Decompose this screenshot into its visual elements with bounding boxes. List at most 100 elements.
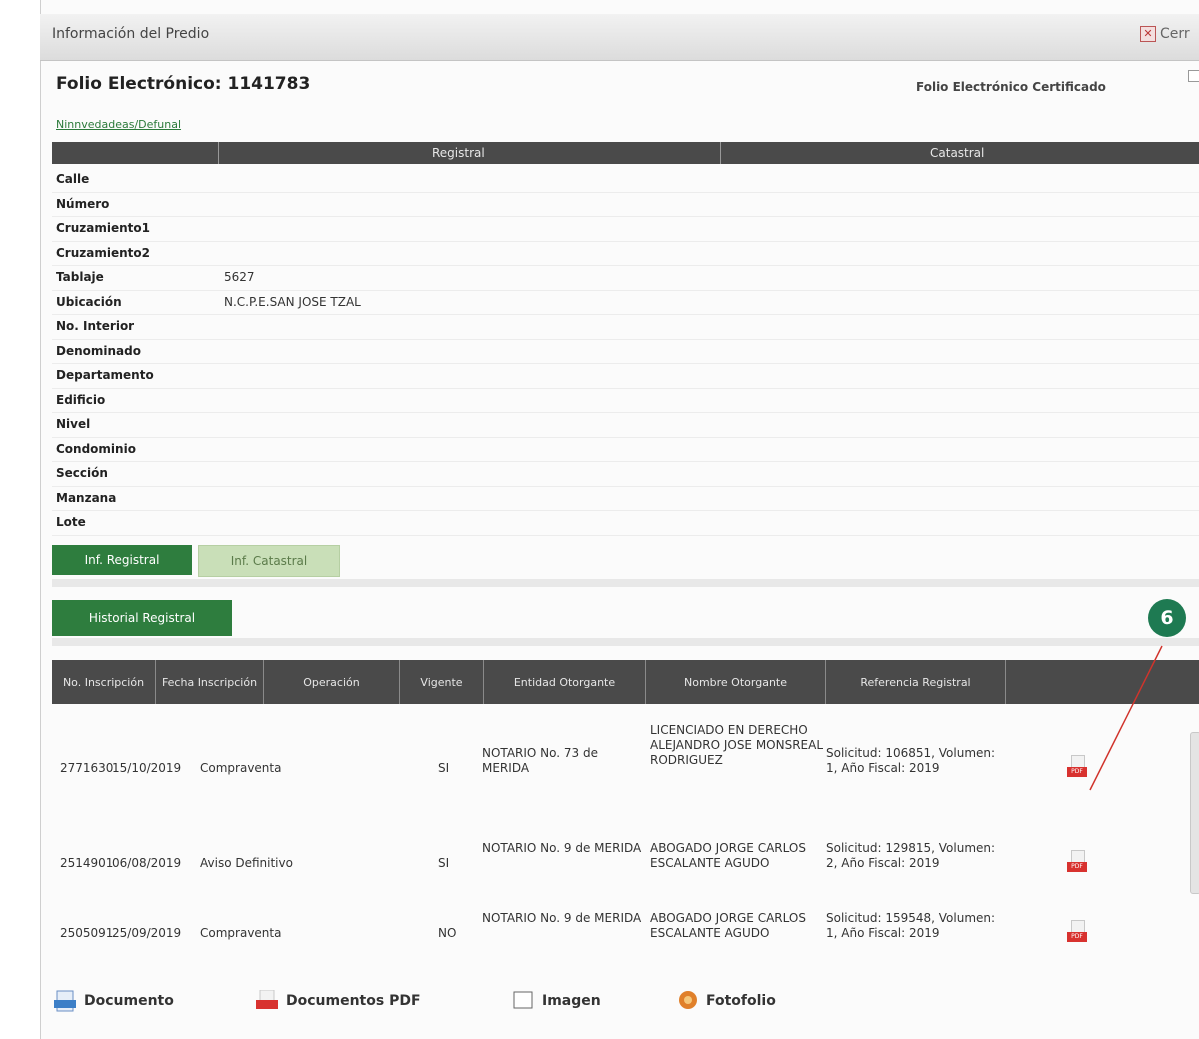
- column-header[interactable]: Operación: [264, 660, 400, 704]
- table-cell-date: 15/10/2019: [112, 760, 182, 775]
- table-cell-entidad: NOTARIO No. 9 de MERIDA: [482, 840, 642, 855]
- registral-header: Registral: [432, 146, 485, 160]
- pdf-icon[interactable]: PDF: [1067, 850, 1087, 876]
- table-cell-no: 2771630: [60, 760, 114, 775]
- column-header[interactable]: Referencia Registral: [826, 660, 1006, 704]
- annotation-line: [1089, 645, 1163, 791]
- close-label[interactable]: Cerr: [1160, 26, 1190, 42]
- table-row[interactable]: 2771630 15/10/2019 Compraventa SI NOTARIO No…: [52, 714, 1199, 822]
- column-header[interactable]: No. Inscripción: [52, 660, 156, 704]
- property-label: Número: [56, 196, 110, 211]
- property-row: Lote: [52, 511, 1199, 536]
- property-row: Tablaje 5627: [52, 266, 1199, 291]
- tab-catastral[interactable]: Inf. Catastral: [198, 545, 340, 577]
- table-row[interactable]: 2514901 06/08/2019 Aviso Definitivo SI NOTAR…: [52, 828, 1199, 898]
- property-label: Cruzamiento2: [56, 245, 150, 260]
- historial-button[interactable]: Historial Registral: [52, 600, 232, 636]
- property-row: Nivel: [52, 413, 1199, 438]
- table-cell-nombre: ABOGADO JORGE CARLOS ESCALANTE AGUDO: [650, 840, 806, 870]
- documento-label[interactable]: Documento: [84, 993, 174, 1009]
- table-cell-ref: Solicitud: 106851, Volumen: 1, Año Fisca…: [826, 745, 996, 775]
- property-row: Departamento: [52, 364, 1199, 389]
- section-strip: [52, 638, 1199, 646]
- property-label: Ubicación: [56, 294, 122, 309]
- table-cell-entidad: NOTARIO No. 73 de MERIDA: [482, 745, 598, 775]
- table-row[interactable]: 2505091 25/09/2019 Compraventa NO NOTARIO No…: [52, 900, 1199, 966]
- property-label: Manzana: [56, 490, 117, 505]
- certified-checkbox[interactable]: [1188, 70, 1199, 82]
- pdf-label[interactable]: Documentos PDF: [286, 993, 421, 1009]
- property-label: Calle: [56, 172, 90, 186]
- documento-button[interactable]: Documento: [54, 990, 174, 1012]
- property-label: Nivel: [56, 417, 91, 431]
- header-divider: [218, 142, 219, 164]
- property-row: Sección: [52, 462, 1199, 487]
- property-label: Condominio: [56, 441, 136, 456]
- table-cell-nombre: ABOGADO JORGE CARLOS ESCALANTE AGUDO: [650, 910, 806, 940]
- table-cell-op: Compraventa: [200, 760, 282, 775]
- table-cell-entidad: NOTARIO No. 9 de MERIDA: [482, 910, 642, 925]
- pdf-icon[interactable]: PDF: [1067, 920, 1087, 946]
- close-icon[interactable]: ✕: [1140, 26, 1156, 42]
- table-cell-nombre: LICENCIADO EN DERECHO ALEJANDRO JOSE MON…: [650, 723, 824, 767]
- table-cell-ref: Solicitud: 159548, Volumen: 1, Año Fisca…: [826, 910, 996, 940]
- property-row: Manzana: [52, 487, 1199, 511]
- image-icon: [512, 990, 536, 1012]
- property-label: Cruzamiento1: [56, 221, 150, 235]
- table-cell-op: Aviso Definitivo: [200, 855, 293, 870]
- section-strip: [52, 579, 1199, 587]
- annotation-badge: 6: [1148, 599, 1186, 637]
- column-header[interactable]: Vigente: [400, 660, 484, 704]
- column-header[interactable]: Nombre Otorgante: [646, 660, 826, 704]
- document-icon: [54, 990, 78, 1012]
- table-cell-vig: SI: [438, 855, 450, 870]
- column-header[interactable]: Entidad Otorgante: [484, 660, 646, 704]
- property-value: 5627: [224, 270, 255, 284]
- tab-registral[interactable]: Inf. Registral: [52, 545, 192, 575]
- table-cell-date: 25/09/2019: [112, 925, 182, 940]
- folio-number: Folio Electrónico: 1141783: [56, 74, 311, 94]
- property-row: Ubicación N.C.P.E.SAN JOSE TZAL: [52, 291, 1199, 315]
- property-row: Edificio: [52, 389, 1199, 413]
- property-row: Número: [52, 193, 1199, 217]
- property-value: N.C.P.E.SAN JOSE TZAL: [224, 294, 361, 309]
- property-row: Cruzamiento2: [52, 242, 1199, 266]
- fotofolio-label[interactable]: Fotofolio: [706, 993, 776, 1009]
- certified-label: Folio Electrónico Certificado: [916, 80, 1106, 94]
- property-row: Cruzamiento1: [52, 217, 1199, 242]
- property-row: Denominado: [52, 340, 1199, 364]
- property-row: Calle: [52, 168, 1199, 193]
- property-label: Edificio: [56, 392, 106, 407]
- table-cell-vig: NO: [438, 925, 457, 940]
- dialog-title: Información del Predio: [52, 26, 210, 42]
- table-cell-no: 2505091: [60, 925, 114, 940]
- property-row: Condominio: [52, 438, 1199, 462]
- pdf-icon: [256, 989, 280, 1012]
- property-label: Lote: [56, 515, 86, 529]
- table-scrollbar[interactable]: [1190, 732, 1199, 894]
- table-cell-op: Compraventa: [200, 925, 282, 940]
- imagen-button[interactable]: Imagen: [512, 990, 601, 1012]
- header-link[interactable]: Ninnvedadeas/Defunal: [56, 118, 181, 131]
- property-list: Calle Número Cruzamiento1 Cruzamiento2 Tabla…: [52, 168, 1199, 536]
- imagen-label[interactable]: Imagen: [542, 993, 601, 1009]
- table-cell-date: 06/08/2019: [112, 855, 182, 870]
- header-divider: [720, 142, 721, 164]
- table-cell-vig: SI: [438, 760, 450, 775]
- table-cell-no: 2514901: [60, 855, 114, 870]
- property-label: Tablaje: [56, 270, 104, 284]
- table-header: No. Inscripción Fecha Inscripción Operació…: [52, 660, 1199, 704]
- fotofolio-button[interactable]: Fotofolio: [676, 990, 776, 1012]
- catastral-header: Catastral: [930, 146, 985, 160]
- property-label: No. Interior: [56, 319, 135, 333]
- pdf-button[interactable]: Documentos PDF: [256, 989, 421, 1012]
- photo-icon: [676, 990, 700, 1012]
- column-header[interactable]: Fecha Inscripción: [156, 660, 264, 704]
- property-label: Departamento: [56, 368, 154, 382]
- property-label: Denominado: [56, 343, 141, 358]
- property-label: Sección: [56, 466, 108, 480]
- info-header-bar: Registral Catastral: [52, 142, 1199, 164]
- property-row: No. Interior: [52, 315, 1199, 340]
- dialog-titlebar: [40, 14, 1199, 61]
- close-button[interactable]: ✕ Cerr: [1140, 22, 1199, 46]
